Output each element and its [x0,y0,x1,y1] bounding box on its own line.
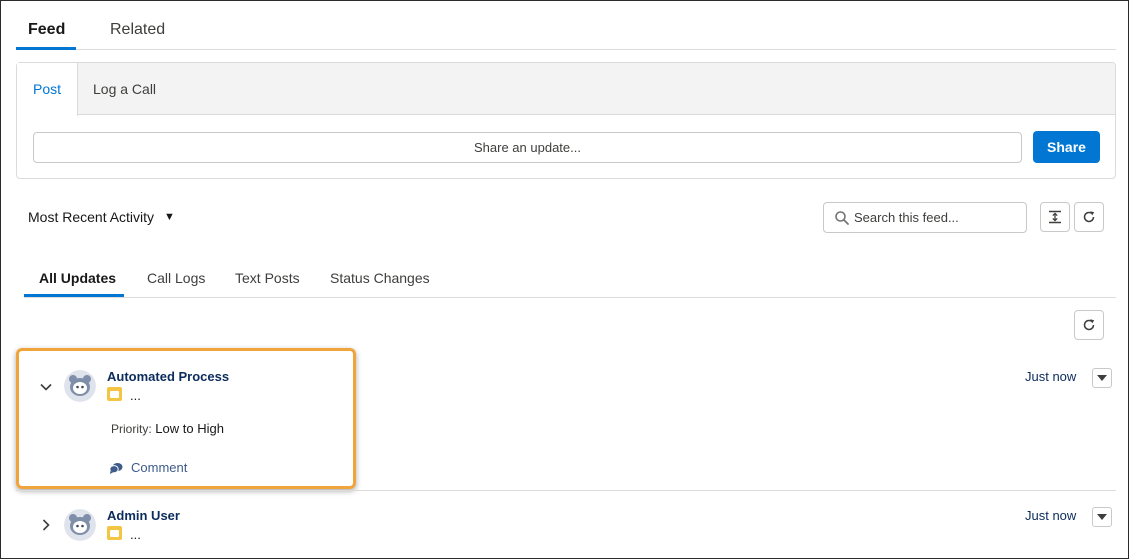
tab-call-logs[interactable]: Call Logs [147,270,205,286]
tab-all-updates[interactable]: All Updates [39,270,116,286]
avatar [64,509,96,541]
publisher: Post Log a Call Share [16,62,1116,179]
sort-dropdown[interactable]: Most Recent Activity ▼ [28,209,175,225]
chevron-down-icon[interactable] [38,379,54,395]
chevron-right-icon[interactable] [38,517,54,533]
tab-text-posts[interactable]: Text Posts [235,270,300,286]
avatar [64,370,96,402]
tab-post[interactable]: Post [17,63,79,116]
publisher-tabs: Post Log a Call [17,63,1115,116]
sort-label: Most Recent Activity [28,209,155,225]
record-tabs: Feed Related [16,14,1116,50]
feed-item-author[interactable]: Automated Process [107,369,229,384]
feed-item-summary: ... [130,527,141,542]
feed-item-divider [16,490,1116,491]
comment-button[interactable]: Comment [109,460,187,475]
refresh-icon [1083,319,1095,331]
feed-item-author[interactable]: Admin User [107,508,180,523]
caret-down-icon [1097,375,1107,381]
field-change-label: Priority: [111,422,152,436]
tab-feed-indicator [16,47,76,50]
caret-down-icon [1097,514,1107,520]
feed-item-timestamp[interactable]: Just now [1025,508,1076,523]
refresh-list-button[interactable] [1074,310,1104,340]
tab-status-changes[interactable]: Status Changes [330,270,430,286]
tab-feed[interactable]: Feed [28,21,65,39]
tab-all-updates-indicator [24,294,124,297]
feed-filter-tabs: All Updates Call Logs Text Posts Status … [24,262,1116,298]
field-change-value: Low to High [155,421,224,436]
feed-item-timestamp[interactable]: Just now [1025,369,1076,384]
search-icon [835,211,849,225]
refresh-feed-button[interactable] [1074,202,1104,232]
field-change: Priority: Low to High [111,421,224,436]
comment-label: Comment [131,460,188,475]
feed-item-menu-button[interactable] [1092,507,1112,527]
tab-log-a-call[interactable]: Log a Call [77,63,172,115]
record-icon [107,387,122,401]
share-update-input[interactable] [33,132,1022,163]
share-button[interactable]: Share [1033,131,1100,163]
search-feed-input[interactable] [854,203,1024,232]
collapse-all-button[interactable] [1040,202,1070,232]
feed-item-menu-button[interactable] [1092,368,1112,388]
refresh-icon [1083,211,1095,223]
tab-related[interactable]: Related [110,21,165,39]
record-icon [107,526,122,540]
feed-item-summary: ... [130,388,141,403]
feed-search[interactable] [823,202,1027,233]
comment-icon [109,462,123,474]
caret-down-icon: ▼ [164,211,175,223]
expand-collapse-icon [1049,210,1061,224]
